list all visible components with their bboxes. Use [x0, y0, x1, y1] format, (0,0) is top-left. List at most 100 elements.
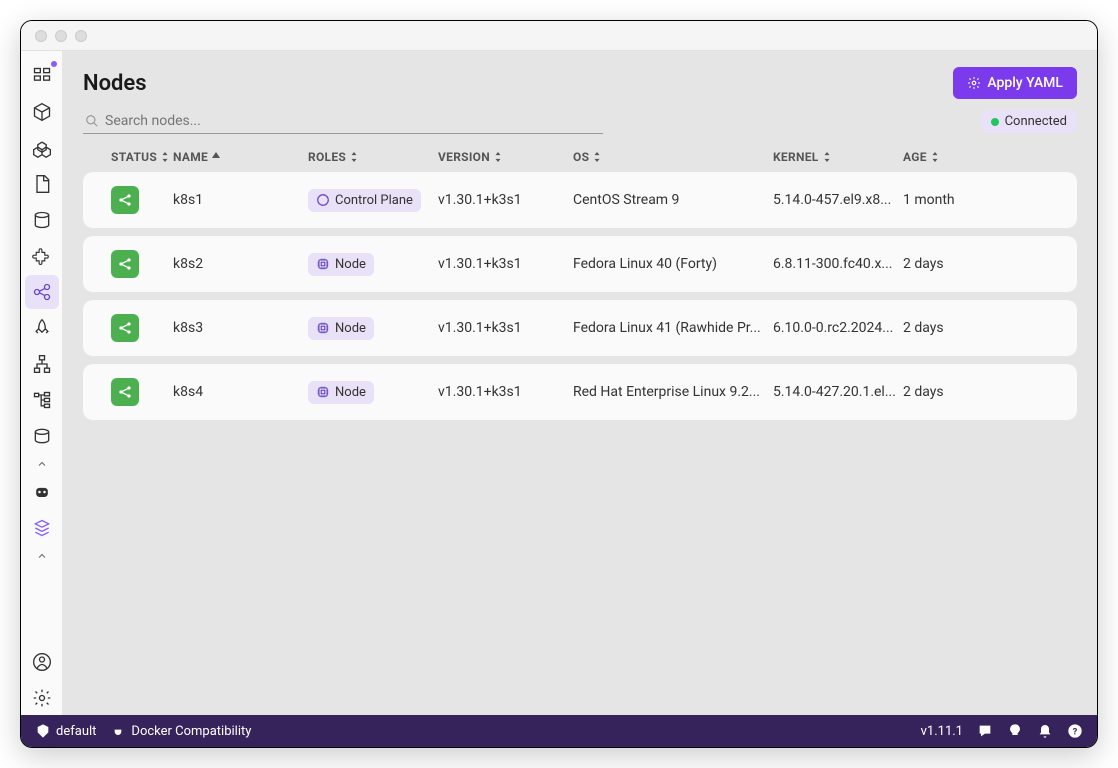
node-os: Fedora Linux 40 (Forty) [573, 256, 773, 272]
status-ready-icon [111, 378, 139, 406]
sidebar-registries[interactable] [25, 511, 59, 545]
node-kernel: 5.14.0-457.el9.x8... [773, 192, 903, 208]
node-os: Red Hat Enterprise Linux 9.2... [573, 384, 773, 400]
sidebar-settings[interactable] [25, 681, 59, 715]
help-icon[interactable]: ? [1067, 723, 1083, 739]
sidebar-dashboard[interactable] [25, 59, 59, 93]
connection-badge: Connected [981, 110, 1077, 133]
disk-icon [32, 426, 52, 446]
dashboard-icon [32, 66, 52, 86]
gear-icon [32, 688, 52, 708]
node-name: k8s1 [173, 192, 308, 208]
titlebar [21, 21, 1097, 51]
apply-yaml-button[interactable]: Apply YAML [953, 67, 1077, 99]
status-ready-icon [111, 314, 139, 342]
plug-icon [110, 723, 126, 739]
context-selector[interactable]: default [35, 723, 96, 739]
sidebar-network[interactable] [25, 347, 59, 381]
node-os: Fedora Linux 41 (Rawhide Pr... [573, 320, 773, 336]
robot-icon [32, 482, 52, 502]
sidebar-volumes[interactable] [25, 203, 59, 237]
node-name: k8s3 [173, 320, 308, 336]
tree-icon [32, 390, 52, 410]
role-badge: Node [308, 381, 374, 404]
gear-icon [967, 76, 981, 90]
status-ready-icon [111, 250, 139, 278]
table-row[interactable]: k8s3 Node v1.30.1+k3s1 Fedora Linux 41 (… [83, 300, 1077, 356]
traffic-light-zoom[interactable] [75, 30, 87, 42]
sidebar-images[interactable] [25, 167, 59, 201]
puzzle-icon [32, 246, 52, 266]
sidebar-collapse-2[interactable] [25, 547, 59, 565]
hierarchy-icon [32, 354, 52, 374]
version-label: v1.11.1 [921, 724, 963, 739]
search-input[interactable] [105, 113, 601, 129]
sidebar-containers[interactable] [25, 95, 59, 129]
sidebar-collapse-1[interactable] [25, 455, 59, 473]
col-version[interactable]: VERSION [438, 150, 573, 164]
page-title: Nodes [83, 71, 147, 96]
sidebar-configs[interactable] [25, 383, 59, 417]
node-kernel: 5.14.0-427.20.1.el... [773, 384, 903, 400]
node-age: 2 days [903, 320, 983, 336]
document-icon [32, 174, 52, 194]
node-version: v1.30.1+k3s1 [438, 256, 573, 272]
node-kernel: 6.8.11-300.fc40.x... [773, 256, 903, 272]
chevron-up-icon [36, 458, 48, 470]
col-name[interactable]: NAME [173, 150, 308, 164]
nodes-table: STATUS NAME ROLES VERSION OS KERNEL AGE … [63, 142, 1097, 715]
database-icon [32, 210, 52, 230]
svg-text:?: ? [1073, 726, 1078, 737]
node-name: k8s2 [173, 256, 308, 272]
rocket-icon [32, 318, 52, 338]
role-badge: Control Plane [308, 189, 421, 212]
sort-icon [349, 152, 359, 162]
sidebar-storage[interactable] [25, 419, 59, 453]
col-kernel[interactable]: KERNEL [773, 150, 903, 164]
sidebar [21, 51, 63, 715]
compat-label: Docker Compatibility [131, 724, 251, 739]
traffic-light-close[interactable] [35, 30, 47, 42]
role-badge: Node [308, 253, 374, 276]
cube-icon [32, 102, 52, 122]
sidebar-deploy[interactable] [25, 311, 59, 345]
sidebar-account[interactable] [25, 645, 59, 679]
sort-icon [493, 152, 503, 162]
statusbar: default Docker Compatibility v1.11.1 ? [21, 715, 1097, 747]
table-row[interactable]: k8s2 Node v1.30.1+k3s1 Fedora Linux 40 (… [83, 236, 1077, 292]
bulb-icon[interactable] [1007, 723, 1023, 739]
search-icon [85, 114, 99, 128]
chat-icon[interactable] [977, 723, 993, 739]
col-os[interactable]: OS [573, 150, 773, 164]
sidebar-nodes[interactable] [25, 275, 59, 309]
connection-label: Connected [1005, 114, 1067, 129]
node-version: v1.30.1+k3s1 [438, 192, 573, 208]
status-dot-icon [991, 118, 999, 126]
table-row[interactable]: k8s1 Control Plane v1.30.1+k3s1 CentOS S… [83, 172, 1077, 228]
col-status[interactable]: STATUS [111, 150, 173, 164]
traffic-light-minimize[interactable] [55, 30, 67, 42]
bell-icon[interactable] [1037, 723, 1053, 739]
kube-icon [35, 723, 51, 739]
compat-indicator[interactable]: Docker Compatibility [110, 723, 251, 739]
table-row[interactable]: k8s4 Node v1.30.1+k3s1 Red Hat Enterpris… [83, 364, 1077, 420]
sidebar-ai[interactable] [25, 475, 59, 509]
col-age[interactable]: AGE [903, 150, 983, 164]
col-roles[interactable]: ROLES [308, 150, 438, 164]
sidebar-extensions[interactable] [25, 239, 59, 273]
sort-asc-icon [211, 152, 221, 162]
sort-icon [930, 152, 940, 162]
layers-icon [32, 518, 52, 538]
role-badge: Node [308, 317, 374, 340]
sidebar-pods[interactable] [25, 131, 59, 165]
node-age: 1 month [903, 192, 983, 208]
node-os: CentOS Stream 9 [573, 192, 773, 208]
status-ready-icon [111, 186, 139, 214]
table-header: STATUS NAME ROLES VERSION OS KERNEL AGE [83, 142, 1077, 172]
node-kernel: 6.10.0-0.rc2.2024... [773, 320, 903, 336]
node-age: 2 days [903, 256, 983, 272]
search-field[interactable] [83, 109, 603, 134]
cubes-icon [32, 138, 52, 158]
share-icon [32, 282, 52, 302]
node-name: k8s4 [173, 384, 308, 400]
